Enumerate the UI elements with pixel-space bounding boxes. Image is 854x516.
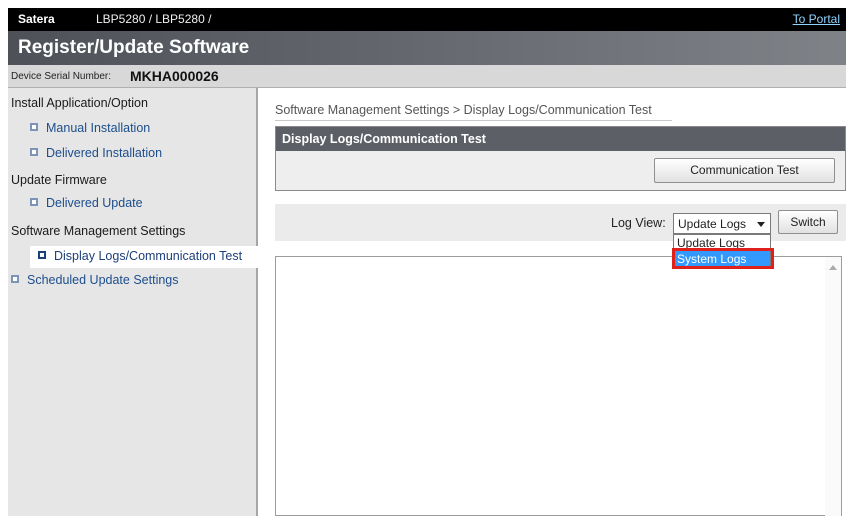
sidebar-item-manual-installation[interactable]: Manual Installation xyxy=(30,121,150,135)
sidebar-item-label: Display Logs/Communication Test xyxy=(54,249,243,263)
scroll-up-arrow-icon[interactable] xyxy=(829,265,837,270)
brand-name: Satera xyxy=(18,12,55,26)
square-bullet-icon xyxy=(30,123,38,131)
log-view-selected-value: Update Logs xyxy=(678,217,747,231)
sidebar-item-label: Delivered Installation xyxy=(46,146,163,160)
square-bullet-icon xyxy=(11,275,19,283)
sidebar-section-install: Install Application/Option xyxy=(11,96,148,110)
top-bar: Satera LBP5280 / LBP5280 / To Portal xyxy=(8,8,846,31)
title-bar: Register/Update Software xyxy=(8,31,846,65)
log-display-area xyxy=(275,256,842,516)
sidebar-item-label: Manual Installation xyxy=(46,121,151,135)
log-view-label: Log View: xyxy=(611,216,666,230)
panel-title: Display Logs/Communication Test xyxy=(276,127,845,151)
square-bullet-icon xyxy=(38,251,46,259)
square-bullet-icon xyxy=(30,148,38,156)
communication-test-button[interactable]: Communication Test xyxy=(654,158,835,183)
sidebar: Install Application/Option Manual Instal… xyxy=(8,88,258,516)
highlight-box xyxy=(672,248,774,269)
breadcrumb: Software Management Settings > Display L… xyxy=(275,103,672,121)
sidebar-section-update-firmware: Update Firmware xyxy=(11,173,107,187)
square-bullet-icon xyxy=(30,198,38,206)
switch-button[interactable]: Switch xyxy=(778,210,838,234)
device-model: LBP5280 / LBP5280 / xyxy=(96,12,212,26)
comm-test-panel: Display Logs/Communication Test Communic… xyxy=(275,126,846,191)
page-title: Register/Update Software xyxy=(18,37,250,58)
log-view-select[interactable]: Update Logs xyxy=(673,213,771,234)
log-scrollbar[interactable] xyxy=(825,257,841,516)
sidebar-section-software-management: Software Management Settings xyxy=(11,224,186,238)
sidebar-item-delivered-installation[interactable]: Delivered Installation xyxy=(30,146,162,160)
serial-label: Device Serial Number: xyxy=(11,71,112,82)
serial-value: MKHA000026 xyxy=(130,68,219,84)
sidebar-item-scheduled-update[interactable]: Scheduled Update Settings xyxy=(11,273,179,287)
sidebar-item-label: Scheduled Update Settings xyxy=(27,273,179,287)
sidebar-item-label: Delivered Update xyxy=(46,196,143,210)
serial-bar: Device Serial Number: MKHA000026 xyxy=(8,65,846,88)
to-portal-link[interactable]: To Portal xyxy=(793,12,840,26)
sidebar-item-delivered-update[interactable]: Delivered Update xyxy=(30,196,143,210)
sidebar-item-display-logs[interactable]: Display Logs/Communication Test xyxy=(30,246,258,268)
chevron-down-icon xyxy=(757,222,765,227)
